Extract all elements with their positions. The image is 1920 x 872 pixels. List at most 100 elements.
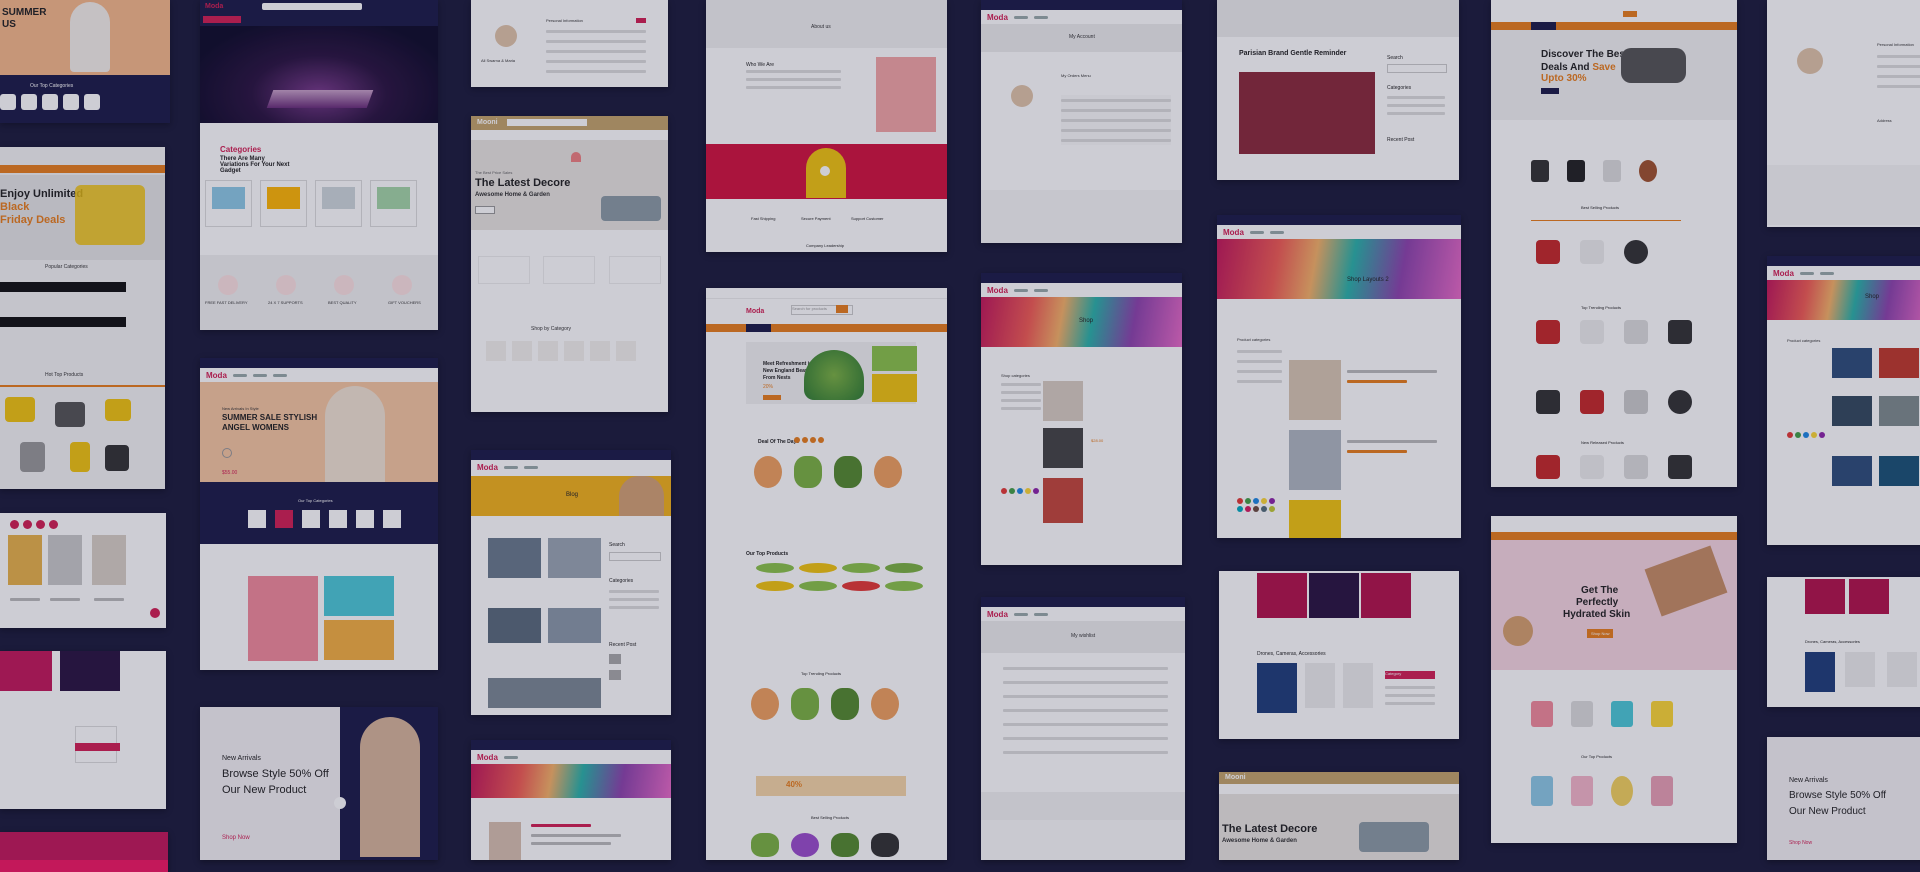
category-icon[interactable] xyxy=(329,510,347,528)
card-summer-sale[interactable]: Moda New Arrivals In Style SUMMER SALE S… xyxy=(200,358,438,670)
product-image[interactable] xyxy=(1043,381,1083,421)
search-input[interactable] xyxy=(262,3,362,10)
card-black-friday-tools[interactable]: Enjoy Unlimited Black Friday Deals Popul… xyxy=(0,147,165,489)
category-shoe-icon[interactable] xyxy=(42,94,58,110)
scroll-top-button[interactable] xyxy=(150,608,160,618)
product-image[interactable] xyxy=(1887,652,1917,687)
card-electronics-2[interactable]: Drones, Cameras, Accessories xyxy=(1767,577,1920,707)
card-grocery[interactable]: Moda Search for products Meet Refreshmen… xyxy=(706,288,947,860)
product-image[interactable] xyxy=(1305,663,1335,708)
product-image[interactable] xyxy=(1043,478,1083,523)
category-card[interactable] xyxy=(205,180,252,227)
product-image[interactable] xyxy=(1832,348,1872,378)
category-card[interactable] xyxy=(315,180,362,227)
product-banner[interactable] xyxy=(1805,579,1845,614)
blog-post-image[interactable] xyxy=(488,678,601,708)
card-personal-info[interactable]: All Swarna & Maria Personal Information xyxy=(471,0,668,87)
category-card[interactable] xyxy=(477,256,530,284)
all-categories-button[interactable] xyxy=(746,324,771,332)
play-button[interactable] xyxy=(334,797,346,809)
edit-button[interactable] xyxy=(636,18,646,23)
product-image[interactable] xyxy=(791,688,819,720)
card-about-us[interactable]: About us Who We Are Fast Shipping Secure… xyxy=(706,0,947,252)
card-electronics[interactable]: Drones, Cameras, Accessories Category xyxy=(1219,571,1459,739)
play-icon[interactable] xyxy=(222,448,232,458)
blog-post-image[interactable] xyxy=(548,538,601,578)
side-banner[interactable] xyxy=(872,346,917,371)
category-item[interactable] xyxy=(486,341,506,361)
product-banner[interactable] xyxy=(1849,579,1889,614)
category-icon[interactable] xyxy=(248,510,266,528)
product-image[interactable] xyxy=(1879,396,1919,426)
product-image[interactable] xyxy=(1289,360,1341,420)
product-image[interactable] xyxy=(1879,348,1919,378)
category-dropdown[interactable]: Category xyxy=(1385,671,1435,679)
brand-logo[interactable]: Mooni xyxy=(1225,774,1246,781)
post-image[interactable] xyxy=(1239,72,1375,154)
card-summer-fashion[interactable]: SUMMER US Our Top Categories xyxy=(0,0,170,123)
card-fashion-products[interactable] xyxy=(0,513,166,628)
blog-post-image[interactable] xyxy=(488,608,541,643)
brand-logo[interactable]: Moda xyxy=(1773,269,1794,278)
product-image[interactable] xyxy=(874,456,902,488)
search-button[interactable] xyxy=(1623,11,1637,17)
brand-logo[interactable]: Moda xyxy=(205,3,223,10)
category-item[interactable] xyxy=(564,341,584,361)
brand-logo[interactable]: Moda xyxy=(206,371,227,380)
product-image[interactable] xyxy=(794,456,822,488)
brand-logo[interactable]: Moda xyxy=(477,753,498,762)
card-new-arrivals-2[interactable]: New Arrivals Browse Style 50% Off Our Ne… xyxy=(1767,737,1920,860)
shop-now-link[interactable]: Shop Now xyxy=(222,835,250,841)
brand-logo[interactable]: Moda xyxy=(987,286,1008,295)
brand-logo[interactable]: Moda xyxy=(746,308,764,315)
category-hat-icon[interactable] xyxy=(84,94,100,110)
product-image[interactable] xyxy=(1289,430,1341,490)
shop-now-link[interactable]: Shop Now xyxy=(1789,840,1812,846)
product-image[interactable] xyxy=(48,535,82,585)
category-card[interactable] xyxy=(543,256,596,284)
product-banner[interactable] xyxy=(1257,573,1307,618)
brand-logo[interactable]: Mooni xyxy=(477,119,498,126)
all-categories-button[interactable] xyxy=(203,16,241,23)
card-my-account[interactable]: Moda My Account My Orders Menu xyxy=(981,0,1182,243)
product-image[interactable] xyxy=(831,688,859,720)
category-item[interactable] xyxy=(590,341,610,361)
product-hacksaw-image[interactable] xyxy=(105,445,129,471)
card-shop-layouts[interactable]: Moda Shop Layouts 2 Product categories xyxy=(1217,215,1461,538)
product-image[interactable] xyxy=(1257,663,1297,713)
product-image[interactable] xyxy=(751,688,779,720)
product-image[interactable] xyxy=(871,688,899,720)
category-item[interactable] xyxy=(512,341,532,361)
card-gadget-store[interactable]: Moda Categories There Are Many Variation… xyxy=(200,0,438,330)
card-wishlist[interactable]: Moda My wishlist xyxy=(981,597,1185,860)
category-item[interactable] xyxy=(616,341,636,361)
category-icon[interactable] xyxy=(383,510,401,528)
post-image[interactable] xyxy=(489,822,521,860)
promo-image[interactable] xyxy=(324,620,394,660)
category-watch-icon[interactable] xyxy=(63,94,79,110)
product-banner[interactable] xyxy=(1309,573,1359,618)
category-icon[interactable] xyxy=(275,510,293,528)
search-button[interactable] xyxy=(836,305,848,313)
brand-logo[interactable]: Moda xyxy=(1223,228,1244,237)
product-image[interactable] xyxy=(92,535,126,585)
card-electronics-gaming[interactable] xyxy=(0,651,166,809)
card-latest-decore[interactable]: Mooni The Best Price Sales The Latest De… xyxy=(471,116,668,412)
promo-image[interactable] xyxy=(324,576,394,616)
product-image[interactable] xyxy=(754,456,782,488)
card-blog-parisian[interactable]: Parisian Brand Gentle Reminder Search Ca… xyxy=(1217,0,1459,180)
shop-now-button[interactable] xyxy=(1541,88,1559,94)
shop-now-button[interactable] xyxy=(475,206,495,214)
play-video-button[interactable] xyxy=(820,166,830,176)
shop-now-button[interactable] xyxy=(763,395,781,400)
product-banner[interactable] xyxy=(1361,573,1411,618)
product-hammer-image[interactable] xyxy=(20,442,45,472)
blog-post-image[interactable] xyxy=(548,608,601,643)
product-image[interactable] xyxy=(8,535,42,585)
all-categories-button[interactable] xyxy=(1531,22,1556,30)
category-icon[interactable] xyxy=(356,510,374,528)
category-card[interactable] xyxy=(609,256,662,284)
product-image[interactable] xyxy=(1845,652,1875,687)
card-new-arrivals[interactable]: New Arrivals Browse Style 50% Off Our Ne… xyxy=(200,707,438,860)
product-drill-image[interactable] xyxy=(5,397,35,422)
